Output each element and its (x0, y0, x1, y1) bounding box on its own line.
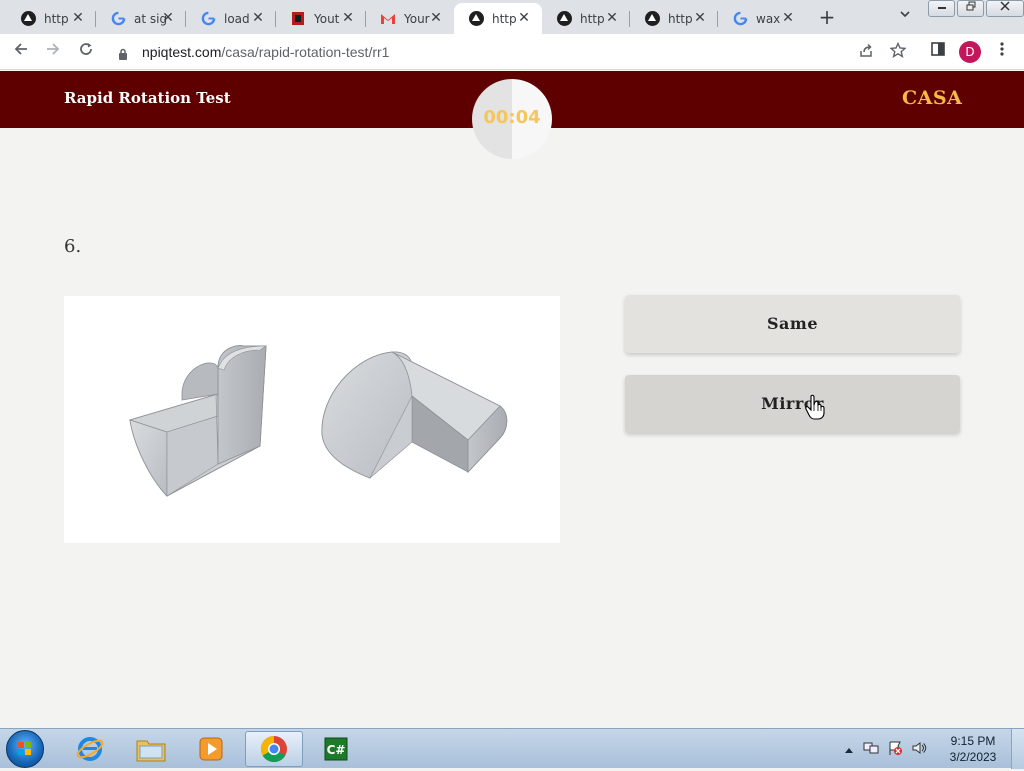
forward-arrow-icon[interactable] (42, 41, 64, 63)
browser-tab-8[interactable]: http ✕ (630, 3, 718, 34)
csharp-app-icon[interactable]: C# (307, 731, 365, 767)
action-center-flag-icon[interactable] (887, 740, 903, 759)
media-player-icon[interactable] (182, 731, 240, 767)
page-title: Rapid Rotation Test (64, 89, 231, 107)
url-path: /casa/rapid-rotation-test/rr1 (221, 44, 390, 60)
kebab-menu-icon[interactable] (990, 40, 1014, 64)
close-icon[interactable]: ✕ (604, 10, 620, 26)
browser-tab-3[interactable]: load ✕ (186, 3, 276, 34)
back-arrow-icon[interactable] (10, 41, 32, 63)
close-icon[interactable]: ✕ (428, 10, 444, 26)
reload-icon[interactable] (75, 41, 97, 63)
tray-expand-arrow-icon[interactable] (845, 743, 853, 756)
brand-logo-text: CASA (902, 87, 963, 109)
share-icon[interactable] (856, 42, 876, 62)
google-icon (732, 11, 748, 27)
rotation-figure-image (64, 296, 560, 543)
triangle-logo-icon (20, 11, 36, 27)
address-bar[interactable]: npiqtest.com/casa/rapid-rotation-test/rr… (110, 38, 916, 66)
file-explorer-icon[interactable] (122, 731, 180, 767)
browser-tab-4[interactable]: Yout ✕ (276, 3, 366, 34)
clock-date: 3/2/2023 (949, 750, 997, 764)
chrome-taskbar-icon[interactable] (245, 731, 303, 767)
page-content: Rapid Rotation Test CASA 00:04 6. Same M… (0, 71, 1024, 728)
left-3d-shape (128, 345, 267, 498)
browser-tab-9[interactable]: wax ✕ (718, 3, 806, 34)
close-icon[interactable]: ✕ (516, 10, 532, 26)
close-icon[interactable]: ✕ (340, 10, 356, 26)
internet-explorer-icon[interactable] (61, 731, 119, 767)
clock-time: 9:15 PM (950, 734, 996, 748)
window-controls (928, 0, 1024, 18)
browser-tab-7[interactable]: http ✕ (542, 3, 630, 34)
right-3d-shape (321, 351, 508, 479)
browser-tab-5[interactable]: Your ✕ (366, 3, 454, 34)
browser-toolbar: npiqtest.com/casa/rapid-rotation-test/rr… (0, 34, 1024, 70)
url-host: npiqtest.com (142, 44, 222, 60)
countdown-timer: 00:04 (472, 79, 552, 159)
tab-strip: http ✕ at sig ✕ load ✕ Yout ✕ Your ✕ htt… (0, 0, 1024, 34)
google-icon (200, 11, 216, 27)
browser-tab-1[interactable]: http ✕ (6, 3, 96, 34)
restore-button[interactable] (957, 0, 984, 17)
triangle-logo-icon (468, 11, 484, 27)
volume-icon[interactable] (911, 740, 927, 759)
bookmark-star-icon[interactable] (888, 41, 908, 62)
side-panel-icon[interactable] (926, 40, 950, 64)
start-button[interactable] (6, 730, 44, 768)
close-icon[interactable]: ✕ (780, 10, 796, 26)
taskbar-clock[interactable]: 9:15 PM 3/2/2023 (944, 733, 1002, 765)
triangle-logo-icon (556, 11, 572, 27)
google-icon (110, 11, 126, 27)
browser-tab-6-active[interactable]: http ✕ (454, 3, 542, 34)
tab-search-chevron-icon[interactable] (896, 8, 914, 26)
timer-text: 00:04 (483, 107, 541, 128)
hand-pointer-cursor-icon (804, 394, 826, 420)
minimize-button[interactable] (928, 0, 955, 17)
lock-icon (118, 45, 128, 60)
browser-tab-2[interactable]: at sig ✕ (96, 3, 186, 34)
close-icon[interactable]: ✕ (160, 10, 176, 26)
system-tray (845, 729, 927, 769)
profile-avatar[interactable]: D (959, 41, 981, 63)
url-text: npiqtest.com/casa/rapid-rotation-test/rr… (142, 44, 389, 60)
svg-text:C#: C# (327, 743, 346, 757)
windows-taskbar: C# 9:15 PM 3/2/2023 (0, 728, 1024, 769)
close-icon[interactable]: ✕ (692, 10, 708, 26)
mirror-button[interactable]: Mirror (625, 375, 960, 433)
close-icon[interactable]: ✕ (70, 10, 86, 26)
window-close-button[interactable] (986, 0, 1024, 17)
question-number: 6. (64, 236, 82, 257)
network-icon[interactable] (863, 740, 879, 759)
youtube-icon (290, 11, 306, 27)
new-tab-button[interactable]: + (817, 7, 837, 27)
same-button[interactable]: Same (625, 295, 960, 353)
triangle-logo-icon (644, 11, 660, 27)
gmail-icon (380, 11, 396, 27)
show-desktop-button[interactable] (1011, 729, 1024, 769)
close-icon[interactable]: ✕ (250, 10, 266, 26)
